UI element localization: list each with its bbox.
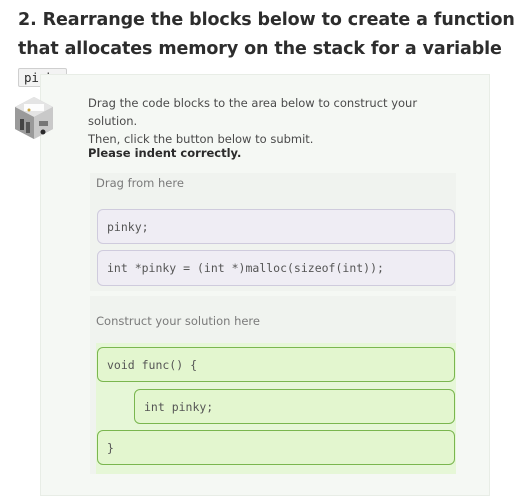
- code-block-func-close[interactable]: }: [97, 430, 455, 465]
- drop-zone-label: Construct your solution here: [96, 314, 260, 328]
- code-block-pinky[interactable]: pinky;: [97, 209, 455, 244]
- code-block-func-open[interactable]: void func() {: [97, 347, 455, 382]
- indent-note: Please indent correctly.: [88, 146, 242, 160]
- drag-zone-label: Drag from here: [96, 176, 184, 190]
- question-text: 2. Rearrange the blocks below to create …: [18, 10, 515, 59]
- code-block-int-pinky[interactable]: int pinky;: [134, 389, 455, 424]
- instructions: Drag the code blocks to the area below t…: [88, 94, 468, 148]
- code-cube-icon: [15, 97, 53, 139]
- instructions-line-1: Drag the code blocks to the area below t…: [88, 96, 418, 128]
- code-block-malloc[interactable]: int *pinky = (int *)malloc(sizeof(int));: [97, 250, 455, 286]
